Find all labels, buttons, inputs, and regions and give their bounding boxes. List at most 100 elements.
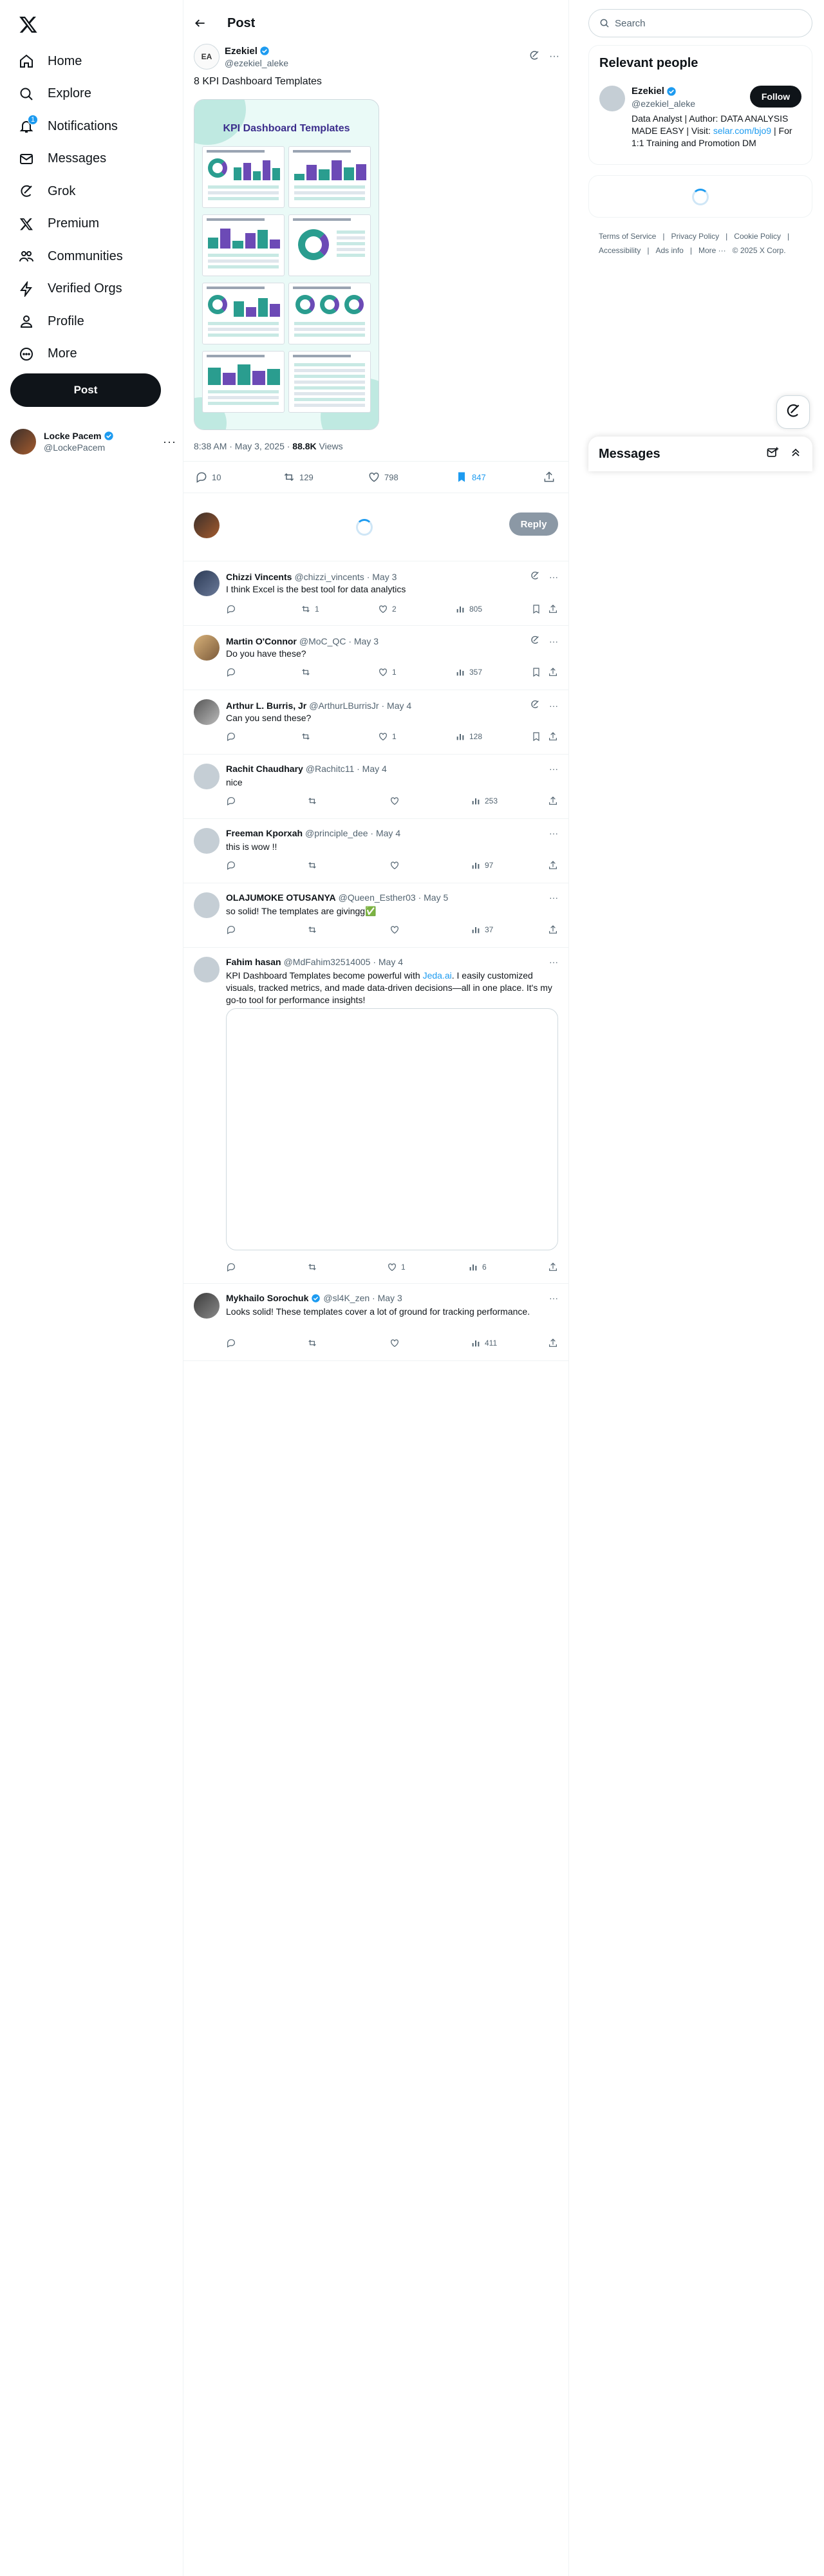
heart-icon[interactable] (389, 796, 400, 806)
nav-more[interactable]: More (9, 338, 176, 371)
comment-icon[interactable] (226, 796, 236, 806)
more-dots-icon[interactable]: ··· (549, 828, 558, 838)
search-input[interactable]: Search (588, 9, 812, 37)
post-image[interactable]: KPI Dashboard Templates (194, 99, 379, 430)
more-dots-icon[interactable]: ··· (163, 435, 176, 449)
views-action[interactable]: 411 (471, 1338, 497, 1348)
comment-icon[interactable] (226, 860, 236, 870)
reply-item[interactable]: Mykhailo Sorochuk @sl4K_zen · May 3 ··· … (183, 1284, 568, 1361)
footer-link-ads[interactable]: Ads info (655, 246, 683, 255)
share-icon[interactable] (548, 731, 558, 742)
comment-icon[interactable] (226, 1338, 236, 1348)
more-dots-icon[interactable]: ··· (549, 1293, 558, 1303)
more-dots-icon[interactable]: ··· (549, 572, 558, 582)
reply-item[interactable]: Martin O'Connor @MoC_QC · May 3 ··· Do yo… (183, 626, 568, 690)
grok-button[interactable] (776, 395, 810, 429)
comment-icon[interactable] (226, 731, 236, 742)
grok-icon[interactable] (529, 50, 540, 64)
grok-icon[interactable] (530, 699, 540, 711)
like-action[interactable]: 1 (378, 667, 397, 677)
repost-icon[interactable] (307, 925, 317, 935)
share-icon[interactable] (548, 604, 558, 614)
bookmark-icon[interactable] (531, 604, 541, 614)
repost-icon[interactable] (307, 1262, 317, 1272)
reply-item[interactable]: Fahim hasan @MdFahim32514005 · May 4 ··· … (183, 948, 568, 1284)
nav-communities[interactable]: Communities (9, 240, 176, 273)
more-dots-icon[interactable]: ··· (549, 51, 559, 62)
comment-icon[interactable] (226, 1262, 236, 1272)
views-action[interactable]: 253 (471, 796, 498, 806)
reply-author-name[interactable]: Chizzi Vincents (226, 572, 292, 582)
repost-icon[interactable] (307, 860, 317, 870)
heart-icon[interactable] (389, 1338, 400, 1348)
grok-icon[interactable] (530, 570, 540, 583)
footer-link-terms[interactable]: Terms of Service (599, 232, 656, 241)
reply-link[interactable]: Jeda.ai (423, 970, 452, 981)
bio-link[interactable]: selar.com/bjo9 (713, 126, 771, 136)
footer-link-accessibility[interactable]: Accessibility (599, 246, 641, 255)
reply-button[interactable]: Reply (509, 512, 558, 536)
repost-icon[interactable] (307, 796, 317, 806)
more-dots-icon[interactable]: ··· (549, 892, 558, 903)
views-action[interactable]: 128 (455, 731, 482, 742)
reply-author-name[interactable]: Fahim hasan (226, 957, 281, 967)
share-icon[interactable] (548, 860, 558, 870)
reply-author-name[interactable]: Mykhailo Sorochuk (226, 1293, 308, 1303)
like-action[interactable]: 2 (378, 604, 397, 614)
reply-item[interactable]: Chizzi Vincents @chizzi_vincents · May 3 … (183, 561, 568, 626)
nav-home[interactable]: Home (9, 45, 176, 78)
repost-icon[interactable] (307, 1338, 317, 1348)
avatar[interactable] (599, 86, 625, 111)
author-avatar[interactable]: EA (194, 44, 220, 70)
like-action[interactable]: 798 (368, 471, 398, 484)
reply-item[interactable]: Arthur L. Burris, Jr @ArthurLBurrisJr · M… (183, 690, 568, 755)
like-action[interactable]: 1 (378, 731, 397, 742)
bookmark-action[interactable]: 847 (455, 471, 486, 484)
share-icon[interactable] (543, 471, 556, 484)
expand-chevron-icon[interactable] (789, 446, 802, 462)
nav-messages[interactable]: Messages (9, 143, 176, 176)
messages-drawer[interactable]: Messages (588, 437, 812, 471)
nav-grok[interactable]: Grok (9, 175, 176, 208)
more-dots-icon[interactable]: ··· (549, 636, 558, 646)
avatar[interactable] (194, 635, 220, 661)
share-icon[interactable] (548, 667, 558, 677)
share-icon[interactable] (548, 1338, 558, 1348)
views-action[interactable]: 357 (455, 667, 482, 677)
grok-icon[interactable] (530, 635, 540, 647)
account-switcher[interactable]: Locke Pacem @LockePacem ··· (10, 424, 176, 460)
reply-author-name[interactable]: Rachit Chaudhary (226, 764, 303, 774)
reply-item[interactable]: Rachit Chaudhary @Rachitc11 · May 4 ··· n… (183, 755, 568, 819)
heart-icon[interactable] (389, 860, 400, 870)
views-action[interactable]: 37 (471, 925, 493, 935)
reply-author-name[interactable]: Martin O'Connor (226, 636, 297, 646)
footer-link-more[interactable]: More ··· (698, 246, 726, 255)
reply-media[interactable] (226, 1008, 558, 1250)
avatar[interactable] (194, 570, 220, 596)
person-name[interactable]: Ezekiel (632, 86, 664, 97)
bookmark-icon[interactable] (531, 731, 541, 742)
footer-link-privacy[interactable]: Privacy Policy (671, 232, 719, 241)
comment-icon[interactable] (226, 604, 236, 614)
heart-icon[interactable] (389, 925, 400, 935)
like-action[interactable]: 1 (387, 1262, 406, 1272)
repost-action[interactable] (301, 731, 315, 742)
reply-item[interactable]: Freeman Kporxah @principle_dee · May 4 ··… (183, 819, 568, 883)
share-icon[interactable] (548, 1262, 558, 1272)
repost-action[interactable] (301, 667, 315, 677)
reply-action[interactable]: 10 (195, 471, 221, 484)
avatar[interactable] (194, 957, 220, 982)
post-timestamp[interactable]: 8:38 AM · May 3, 2025 · (194, 441, 292, 451)
more-dots-icon[interactable]: ··· (549, 764, 558, 774)
author-name[interactable]: Ezekiel (225, 46, 258, 57)
footer-link-cookie[interactable]: Cookie Policy (734, 232, 781, 241)
bookmark-icon[interactable] (531, 667, 541, 677)
post-button[interactable]: Post (10, 373, 161, 407)
reply-item[interactable]: OLAJUMOKE OTUSANYA @Queen_Esther03 · May … (183, 883, 568, 948)
nav-explore[interactable]: Explore (9, 78, 176, 111)
avatar[interactable] (194, 892, 220, 918)
follow-button[interactable]: Follow (750, 86, 801, 108)
compose-message-icon[interactable] (766, 446, 779, 462)
reply-author-name[interactable]: Arthur L. Burris, Jr (226, 700, 306, 711)
comment-icon[interactable] (226, 667, 236, 677)
